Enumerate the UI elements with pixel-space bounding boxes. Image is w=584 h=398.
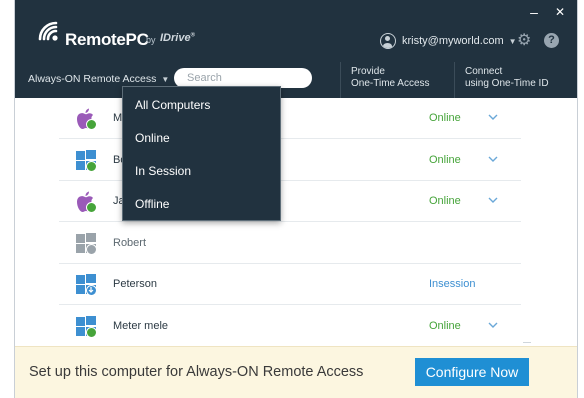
chevron-down-icon[interactable] xyxy=(487,110,499,122)
scrollbar-indicator[interactable] xyxy=(523,342,531,343)
setup-banner: Set up this computer for Always-ON Remot… xyxy=(15,346,577,398)
computer-name: Meter mele xyxy=(113,319,169,332)
link-line: Provide xyxy=(351,66,385,77)
online-status-dot xyxy=(86,119,97,130)
link-line: using One-Time ID xyxy=(465,78,549,89)
apple-icon xyxy=(74,107,98,131)
online-status-dot xyxy=(86,326,97,338)
online-status-dot xyxy=(86,202,97,213)
apple-icon xyxy=(74,190,98,214)
chevron-down-icon[interactable] xyxy=(487,318,499,330)
brand-name-text: IDrive xyxy=(160,32,191,44)
gear-icon[interactable]: ⚙ xyxy=(517,33,531,49)
configure-now-button[interactable]: Configure Now xyxy=(415,358,529,386)
remotepc-logo-icon xyxy=(38,21,58,41)
chevron-down-icon-glyph xyxy=(488,156,498,162)
computer-row[interactable]: Peterson Insession xyxy=(59,264,521,305)
download-arrow-icon xyxy=(88,287,94,293)
filter-dropdown-toggle[interactable]: Always-ON Remote Access ▼ xyxy=(28,73,169,85)
computer-name: Robert xyxy=(113,236,147,249)
nav-divider xyxy=(454,62,455,98)
chevron-down-icon-glyph xyxy=(488,197,498,203)
computer-name: Peterson xyxy=(113,278,158,290)
provide-one-time-access-link[interactable]: Provide One-Time Access xyxy=(351,66,430,90)
chevron-down-icon: ▼ xyxy=(161,74,170,84)
user-email: kristy@myworld.com xyxy=(402,35,504,47)
online-status-dot xyxy=(86,160,97,172)
link-line: One-Time Access xyxy=(351,78,430,89)
chevron-down-icon[interactable] xyxy=(487,152,499,164)
insession-status-dot xyxy=(86,285,97,296)
search-input[interactable] xyxy=(174,68,312,88)
brand-mark: ® xyxy=(190,32,195,39)
chevron-down-icon[interactable] xyxy=(487,193,499,205)
computer-status: Online xyxy=(429,319,461,332)
computer-status[interactable]: Insession xyxy=(429,278,475,290)
link-line: Connect xyxy=(465,66,503,77)
menu-item-offline[interactable]: Offline xyxy=(135,197,169,211)
chevron-down-icon-glyph xyxy=(488,322,498,328)
app-name: RemotePC xyxy=(65,30,149,49)
filter-label: Always-ON Remote Access xyxy=(28,73,157,85)
windows-icon xyxy=(74,315,98,339)
menu-item-online[interactable]: Online xyxy=(135,131,170,145)
menu-item-in-session[interactable]: In Session xyxy=(135,164,191,178)
computer-list: M Online Bo Online Ja Online Robert Peterson Ins… xyxy=(15,98,577,346)
help-icon[interactable]: ? xyxy=(544,33,559,48)
connect-one-time-id-link[interactable]: Connect using One-Time ID xyxy=(465,66,549,90)
windows-icon xyxy=(74,273,98,297)
chevron-down-icon: ▼ xyxy=(508,36,517,46)
nav-bar: Always-ON Remote Access ▼ Provide One-Ti… xyxy=(15,62,577,98)
brand-name: IDrive® xyxy=(160,32,195,44)
computer-row[interactable]: Robert xyxy=(59,223,521,264)
minimize-button[interactable]: – xyxy=(526,4,542,20)
filter-menu: All Computers Online In Session Offline xyxy=(122,86,281,221)
computer-status: Online xyxy=(429,112,461,124)
app-by-label: by xyxy=(146,35,156,45)
setup-message: Set up this computer for Always-ON Remot… xyxy=(29,364,364,380)
windows-icon xyxy=(74,149,98,173)
computer-name: M xyxy=(113,112,123,124)
app-header: RemotePC by IDrive® – ✕ kristy@myworld.c… xyxy=(15,0,577,98)
user-menu[interactable]: kristy@myworld.com ▼ xyxy=(380,31,517,51)
remotepc-window: RemotePC by IDrive® – ✕ kristy@myworld.c… xyxy=(14,0,578,398)
app-logo: RemotePC by IDrive® xyxy=(29,12,199,52)
close-button[interactable]: ✕ xyxy=(552,4,568,20)
nav-divider xyxy=(340,62,341,98)
user-icon xyxy=(380,33,396,49)
computer-status: Online xyxy=(429,195,461,207)
offline-status-dot xyxy=(86,243,97,255)
windows-icon xyxy=(74,232,98,256)
chevron-down-icon-glyph xyxy=(488,114,498,120)
computer-status: Online xyxy=(429,153,461,166)
computer-row[interactable]: Meter mele Online xyxy=(59,306,521,346)
menu-item-all-computers[interactable]: All Computers xyxy=(135,98,210,112)
